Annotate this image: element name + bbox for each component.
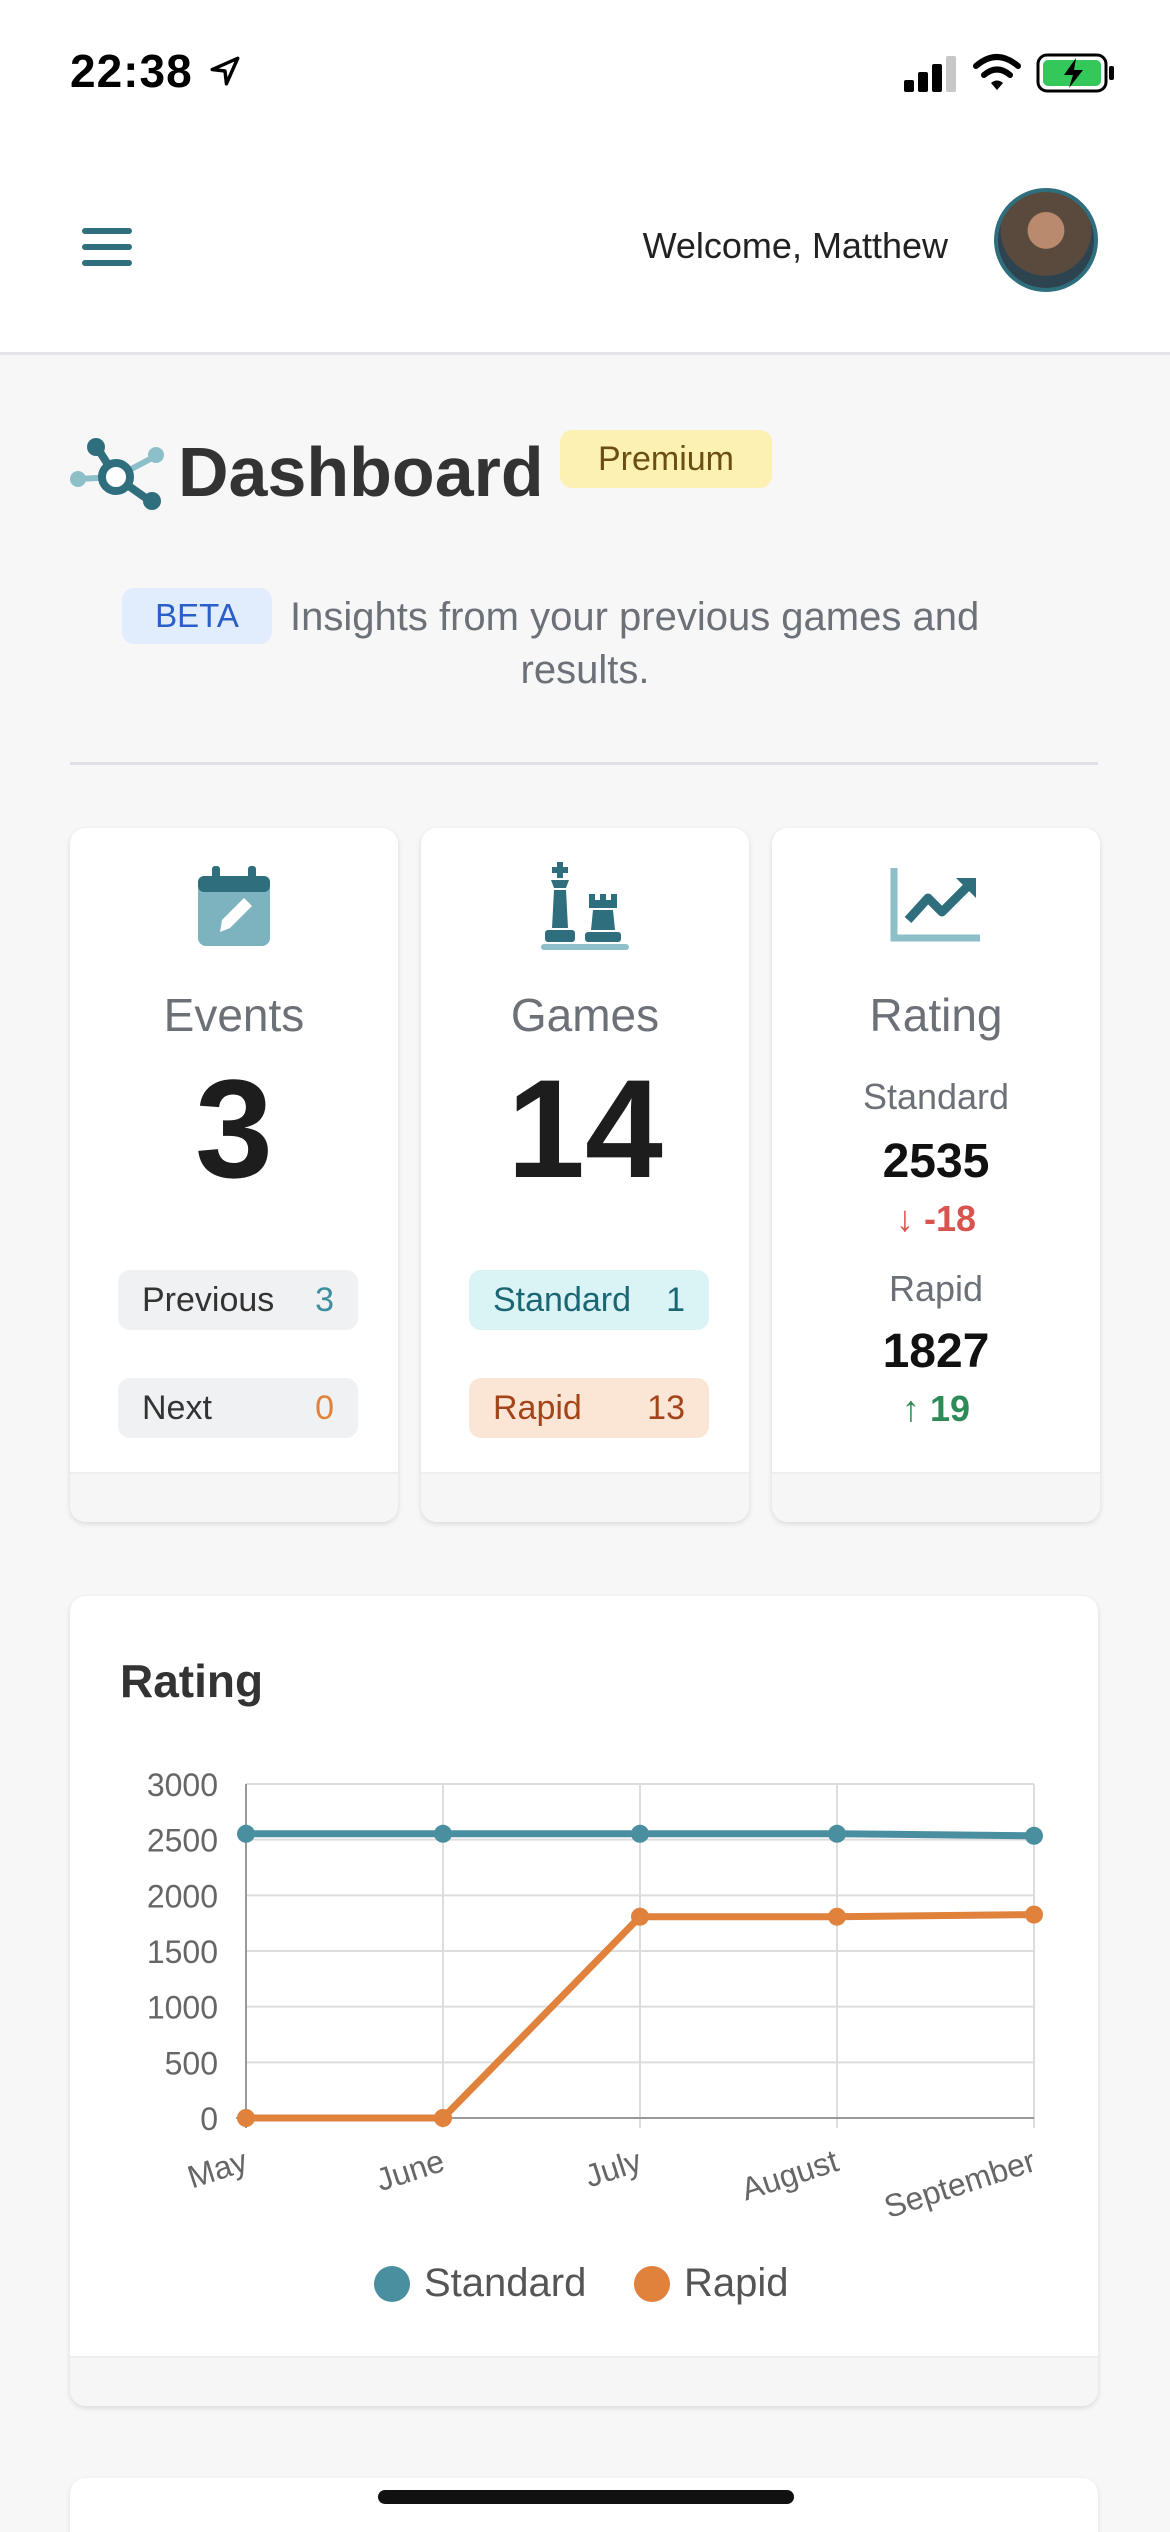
games-title: Games bbox=[510, 989, 660, 1041]
rating-standard-value: 2535 bbox=[882, 1135, 990, 1188]
x-tick-label: May bbox=[183, 2142, 252, 2195]
rating-standard-label: Standard bbox=[862, 1076, 1010, 1117]
data-point-standard bbox=[1025, 1826, 1043, 1845]
calendar-edit-icon bbox=[198, 866, 270, 946]
events-next-pill[interactable]: Next 0 bbox=[118, 1378, 358, 1438]
welcome-text: Welcome, Matthew bbox=[642, 225, 948, 266]
previous-label: Previous bbox=[142, 1281, 275, 1319]
page-title: Dashboard bbox=[178, 433, 544, 511]
intro-text-line1: Insights from your previous games and bbox=[290, 595, 980, 639]
chart-footer bbox=[70, 2356, 1098, 2406]
rating-line-chart: 0 500 1000 1500 2000 2500 3000 May June July Augus… bbox=[147, 1767, 1043, 2305]
card-footer bbox=[70, 1472, 398, 1522]
status-time: 22:38 bbox=[70, 45, 193, 97]
events-card[interactable]: Events 3 Previous 3 Next 0 bbox=[70, 828, 398, 1522]
data-point-rapid bbox=[434, 2109, 452, 2127]
card-footer bbox=[421, 1472, 749, 1522]
rating-rapid-value: 1827 bbox=[882, 1325, 990, 1378]
rating-title: Rating bbox=[869, 989, 1003, 1041]
data-point-rapid bbox=[237, 2109, 255, 2127]
previous-value: 3 bbox=[315, 1281, 334, 1319]
legend-marker-rapid bbox=[634, 2266, 670, 2302]
y-tick-label: 0 bbox=[200, 2101, 218, 2137]
battery-charging-icon bbox=[1036, 53, 1114, 93]
chart-line-up-icon bbox=[890, 868, 980, 942]
data-point-standard bbox=[237, 1824, 255, 1843]
games-standard-pill[interactable]: Standard 1 bbox=[469, 1270, 709, 1330]
next-value: 0 bbox=[315, 1389, 334, 1427]
arrow-down-icon: ↓ bbox=[895, 1198, 924, 1239]
rating-rapid-delta: ↑ 19 bbox=[772, 1388, 1100, 1430]
standard-label: Standard bbox=[493, 1281, 631, 1319]
x-tick-label: July bbox=[580, 2142, 645, 2194]
data-point-rapid bbox=[1025, 1905, 1043, 1924]
games-count: 14 bbox=[507, 1050, 663, 1207]
rapid-label: Rapid bbox=[493, 1389, 582, 1427]
games-card[interactable]: Games 14 Standard 1 Rapid 13 bbox=[421, 828, 749, 1522]
app-header: Welcome, Matthew bbox=[0, 140, 1170, 355]
rating-rapid-label: Rapid bbox=[888, 1268, 984, 1309]
events-previous-pill[interactable]: Previous 3 bbox=[118, 1270, 358, 1330]
avatar[interactable] bbox=[994, 188, 1098, 292]
wifi-icon bbox=[973, 54, 1021, 90]
data-point-standard bbox=[828, 1824, 846, 1843]
y-tick-label: 2000 bbox=[147, 1878, 218, 1914]
location-arrow-icon bbox=[210, 56, 240, 86]
legend-marker-standard bbox=[374, 2266, 410, 2302]
premium-badge: Premium bbox=[560, 430, 772, 488]
card-footer bbox=[772, 1472, 1100, 1522]
games-rapid-pill[interactable]: Rapid 13 bbox=[469, 1378, 709, 1438]
next-label: Next bbox=[142, 1389, 212, 1427]
data-point-rapid bbox=[631, 1907, 649, 1926]
y-tick-label: 1000 bbox=[147, 1990, 218, 2026]
x-tick-label: August bbox=[737, 2142, 843, 2207]
legend-label-standard: Standard bbox=[424, 2261, 586, 2305]
network-nodes-icon bbox=[70, 438, 164, 510]
arrow-up-icon: ↑ bbox=[901, 1388, 930, 1429]
rating-card[interactable]: Rating Standard 2535 ↓ -18 Rapid 1827 ↑ … bbox=[772, 828, 1100, 1522]
divider bbox=[70, 762, 1098, 765]
y-tick-label: 3000 bbox=[147, 1767, 218, 1803]
legend-label-rapid: Rapid bbox=[684, 2261, 789, 2305]
x-tick-label: June bbox=[372, 2142, 449, 2198]
x-tick-label: September bbox=[880, 2142, 1040, 2225]
y-tick-label: 2500 bbox=[147, 1823, 218, 1859]
rating-chart-card: Rating 0 500 1000 1500 2000 2500 3000 May June Ju… bbox=[70, 1596, 1098, 2406]
data-point-standard bbox=[434, 1824, 452, 1843]
next-card bbox=[70, 2478, 1098, 2532]
beta-badge: BETA bbox=[122, 588, 272, 644]
events-title: Events bbox=[163, 989, 305, 1041]
home-indicator bbox=[378, 2490, 794, 2504]
intro-text-line2: results. bbox=[520, 648, 650, 692]
rapid-delta-value: 19 bbox=[929, 1388, 971, 1429]
y-tick-label: 1500 bbox=[147, 1934, 218, 1970]
y-tick-label: 500 bbox=[165, 2045, 218, 2081]
rating-standard-delta: ↓ -18 bbox=[772, 1198, 1100, 1240]
events-count: 3 bbox=[195, 1050, 273, 1207]
cellular-signal-icon bbox=[904, 56, 956, 92]
standard-delta-value: -18 bbox=[923, 1198, 977, 1239]
rapid-value: 13 bbox=[647, 1389, 685, 1427]
data-point-rapid bbox=[828, 1907, 846, 1926]
standard-value: 1 bbox=[666, 1281, 685, 1319]
hamburger-menu-icon[interactable] bbox=[80, 220, 136, 276]
chess-pieces-icon bbox=[541, 862, 629, 950]
data-point-standard bbox=[631, 1824, 649, 1843]
status-bar: 22:38 bbox=[0, 0, 1170, 140]
